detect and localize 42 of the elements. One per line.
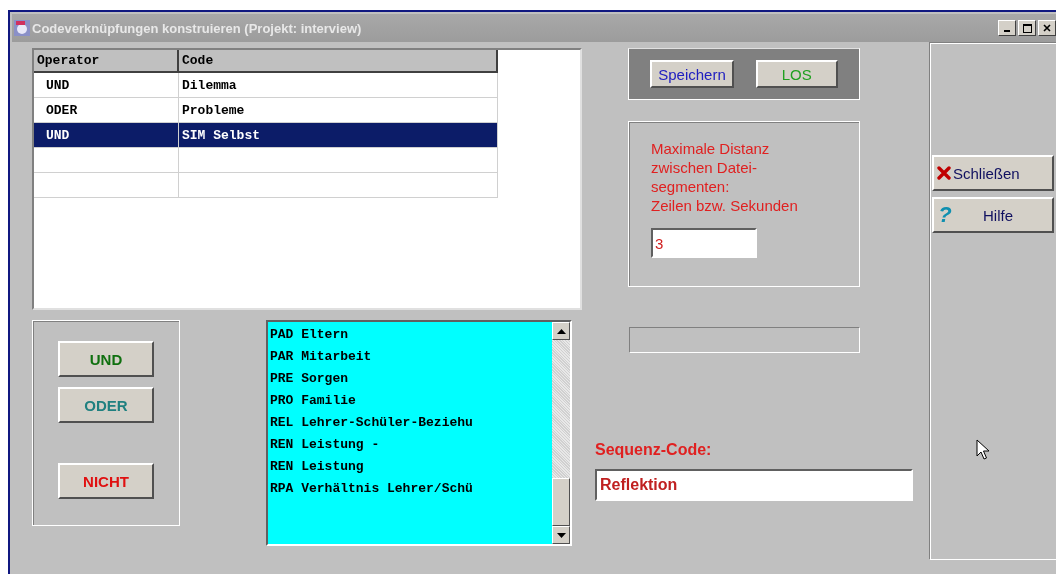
mouse-cursor-icon — [976, 439, 990, 461]
table-cell: ODER — [46, 103, 78, 118]
list-item[interactable]: PAR Mitarbeit — [270, 346, 552, 368]
sequence-label: Sequenz-Code: — [595, 441, 713, 459]
table-row[interactable]: ODER Probleme — [34, 98, 498, 123]
table-row[interactable]: UND SIM Selbst — [34, 123, 498, 148]
distance-label: Maximale Distanz zwischen Datei- segmenten: Zeilen bzw. Sekunden — [651, 139, 799, 215]
list-item[interactable]: PRE Sorgen — [270, 368, 552, 390]
scrollbar[interactable] — [552, 322, 570, 544]
distance-field[interactable]: 3 — [651, 228, 757, 258]
sequence-field[interactable]: Reflektion — [595, 469, 913, 501]
table-cell: Dilemma — [182, 78, 237, 93]
list-item[interactable]: PAD Eltern — [270, 324, 552, 346]
table-cell: SIM Selbst — [182, 128, 260, 143]
help-button[interactable]: ? Hilfe — [932, 197, 1054, 233]
operator-button[interactable]: UND — [58, 341, 154, 377]
up-arrow-icon[interactable] — [556, 328, 566, 334]
list-item[interactable]: REN Leistung — [270, 456, 552, 478]
app-icon — [14, 20, 30, 36]
column-header[interactable]: Code — [179, 50, 498, 71]
list-item[interactable]: REL Lehrer-Schüler-Beziehu — [270, 412, 552, 434]
close-icon — [937, 166, 951, 180]
help-icon: ? — [937, 202, 953, 228]
scroll-thumb[interactable] — [552, 478, 570, 526]
down-arrow-icon[interactable] — [556, 532, 566, 538]
close-icon — [1043, 24, 1051, 32]
list-item[interactable]: PRO Familie — [270, 390, 552, 412]
action-button[interactable]: Speichern — [650, 60, 734, 88]
table-cell: Probleme — [182, 103, 245, 118]
close-dialog-button[interactable]: Schließen — [932, 155, 1054, 191]
maximize-icon — [1022, 23, 1032, 33]
column-header[interactable]: Operator — [34, 50, 179, 71]
close-button[interactable] — [1038, 20, 1056, 36]
list-item[interactable]: REN Leistung - — [270, 434, 552, 456]
window-title: Codeverknüpfungen konstruieren (Projekt: interview) — [32, 20, 362, 36]
minimize-button[interactable] — [998, 20, 1016, 36]
table-row[interactable]: UND Dilemma — [34, 73, 498, 98]
table-cell: UND — [46, 78, 70, 93]
table-cell: UND — [46, 128, 70, 143]
list-item[interactable]: RPA Verhältnis Lehrer/Schü — [270, 478, 552, 500]
code-list[interactable]: PAD Eltern PAR Mitarbeit PRE Sorgen PRO Familie REL Lehrer-Schüler-Beziehu REN Leistung - REN Leistung RPA Verhältnis Lehrer/Schü — [266, 320, 572, 546]
maximize-button[interactable] — [1018, 20, 1036, 36]
